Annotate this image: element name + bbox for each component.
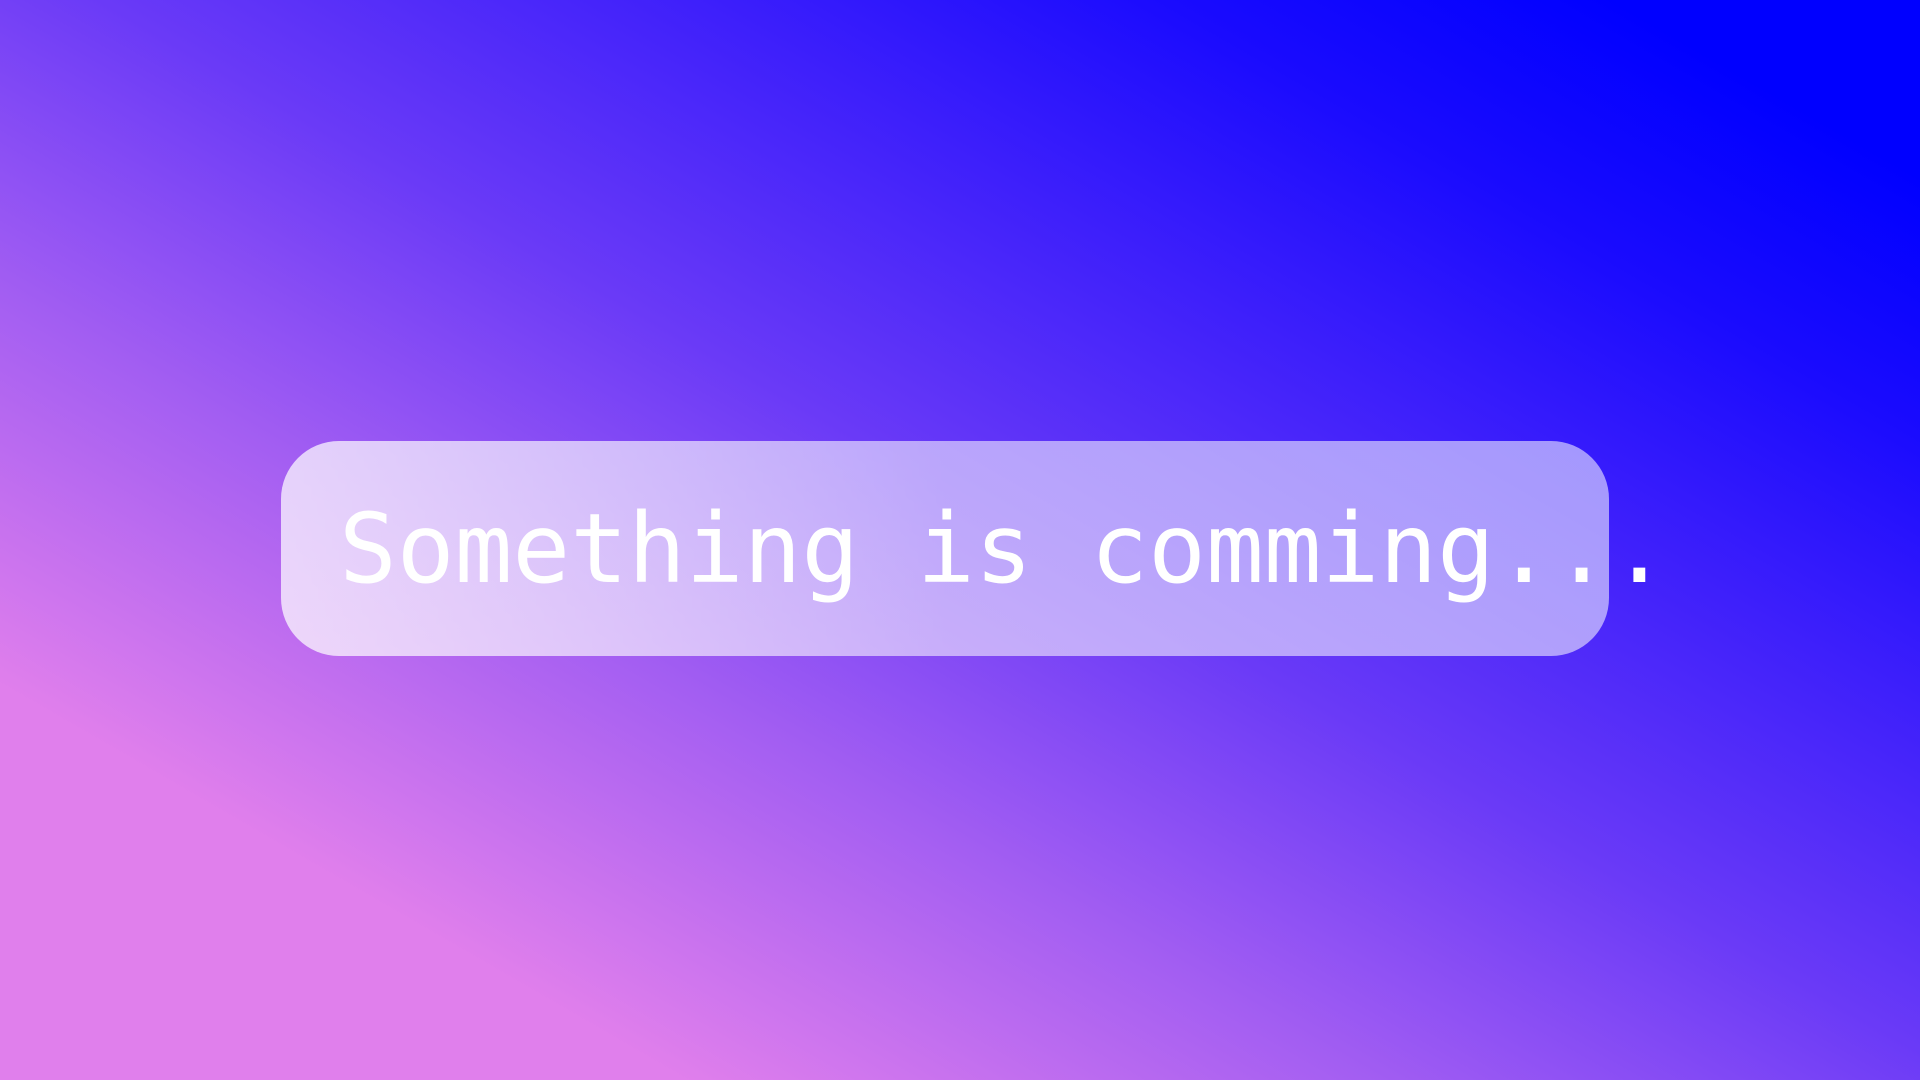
banner-message: Something is comming... xyxy=(339,492,1669,605)
announcement-banner: Something is comming... xyxy=(281,441,1668,656)
